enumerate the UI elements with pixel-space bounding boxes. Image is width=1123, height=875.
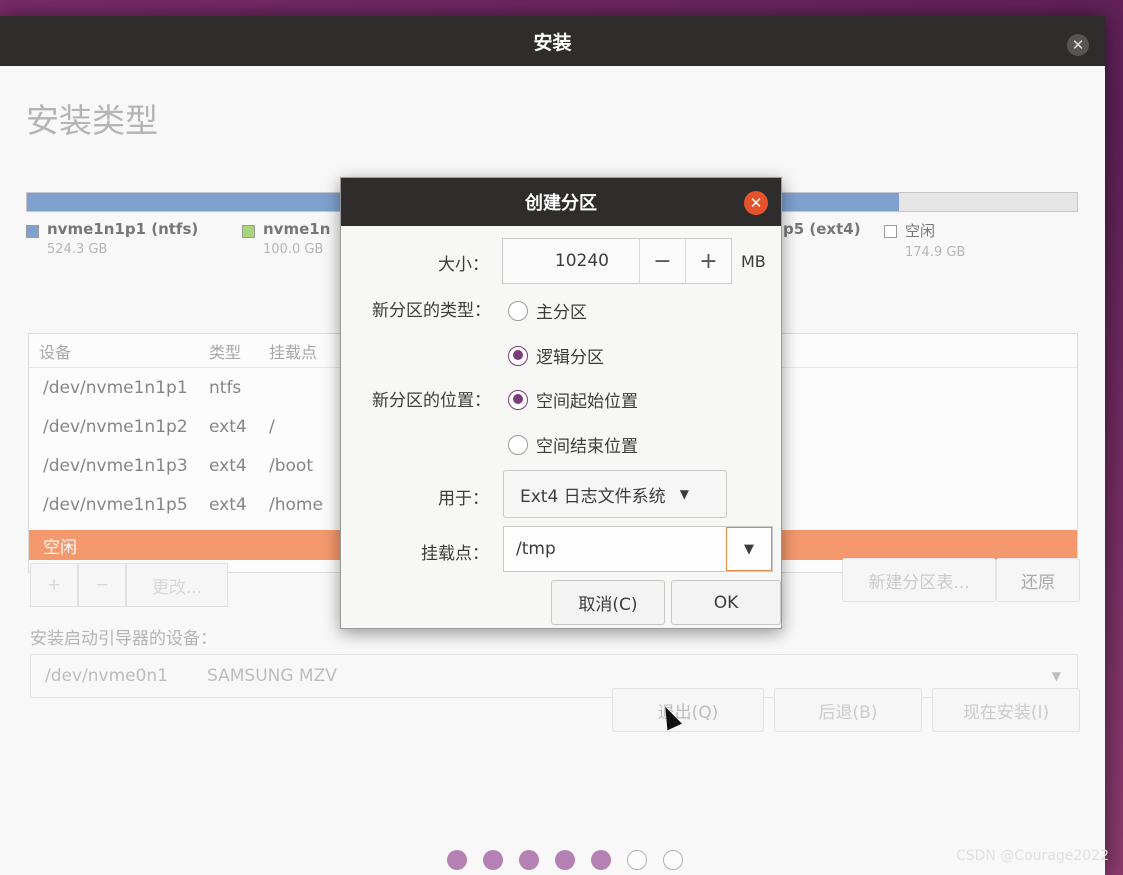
size-spinbox[interactable]: 10240 − +	[502, 238, 732, 284]
remove-partition-button[interactable]: −	[78, 563, 126, 607]
header-type[interactable]: 类型	[209, 339, 269, 363]
cancel-button[interactable]: 取消(C)	[551, 580, 665, 625]
size-value[interactable]: 10240	[503, 251, 639, 271]
legend-swatch	[26, 225, 39, 238]
disk-bar-segment	[898, 193, 1077, 211]
header-mount[interactable]: 挂载点	[269, 339, 317, 363]
radio-logical[interactable]: 逻辑分区	[508, 343, 604, 368]
radio-start-label: 空间起始位置	[536, 392, 638, 412]
radio-selected-icon	[508, 389, 528, 410]
step-dot-complete	[483, 850, 503, 870]
chevron-down-icon[interactable]: ▼	[726, 527, 772, 571]
change-partition-button[interactable]: 更改...	[126, 563, 228, 607]
use-as-label: 用于：	[438, 489, 489, 509]
legend-item: nvme1n1p1 (ntfs) 524.3 GB	[26, 220, 198, 257]
add-partition-button[interactable]: +	[30, 563, 78, 607]
close-icon[interactable]: ✕	[1067, 34, 1089, 56]
radio-icon	[508, 434, 528, 455]
location-label: 新分区的位置：	[372, 391, 491, 411]
step-dot-pending	[663, 850, 683, 870]
partition-toolbar: + − 更改...	[30, 563, 228, 607]
header-device[interactable]: 设备	[29, 339, 209, 363]
legend-swatch	[884, 225, 897, 238]
legend-name: nvme1n	[263, 220, 331, 238]
boot-device-path: /dev/nvme0n1	[45, 666, 169, 686]
step-dot-pending	[627, 850, 647, 870]
revert-button[interactable]: 还原	[996, 558, 1080, 602]
dialog-title: 创建分区	[525, 193, 597, 214]
legend-item: nvme1n 100.0 GB	[242, 220, 330, 257]
boot-device-label: 安装启动引导器的设备：	[30, 629, 217, 649]
legend-name: nvme1n1p1 (ntfs)	[47, 220, 199, 238]
filesystem-select[interactable]: Ext4 日志文件系统 ▼	[503, 470, 727, 518]
legend-name: p5 (ext4)	[783, 220, 861, 238]
radio-icon	[508, 300, 528, 321]
mount-point-label: 挂载点：	[421, 544, 489, 564]
cell-type: ext4	[209, 494, 247, 515]
quit-button[interactable]: 退出(Q)	[612, 688, 764, 732]
chevron-down-icon: ▼	[679, 487, 689, 501]
cell-mount: /boot	[269, 455, 313, 476]
create-partition-dialog: 创建分区 ✕ 大小： 10240 − + MB 新分区的类型： 主分区 逻辑分区…	[340, 177, 782, 629]
step-dot-complete	[447, 850, 467, 870]
page-title: 安装类型	[26, 101, 158, 140]
legend-size: 100.0 GB	[263, 242, 324, 257]
cell-type: ntfs	[209, 377, 242, 398]
step-dot-complete	[519, 850, 539, 870]
cell-mount: /home	[269, 494, 323, 515]
legend-size: 524.3 GB	[47, 242, 108, 257]
back-button[interactable]: 后退(B)	[774, 688, 922, 732]
partition-type-label: 新分区的类型：	[372, 301, 491, 321]
cell-device: /dev/nvme1n1p2	[43, 416, 188, 437]
step-indicator	[447, 850, 683, 870]
plus-icon[interactable]: +	[685, 239, 731, 283]
legend-item: p5 (ext4)	[783, 220, 861, 238]
cell-type: ext4	[209, 455, 247, 476]
size-label: 大小：	[438, 255, 489, 275]
cell-mount: /	[269, 416, 275, 437]
chevron-down-icon: ▼	[1051, 669, 1061, 683]
radio-location-end[interactable]: 空间结束位置	[508, 432, 638, 457]
radio-location-start[interactable]: 空间起始位置	[508, 387, 638, 412]
mount-point-combo[interactable]: /tmp ▼	[503, 526, 773, 572]
radio-logical-label: 逻辑分区	[536, 348, 604, 368]
radio-primary-label: 主分区	[536, 303, 587, 323]
window-titlebar: 安装 ✕	[0, 16, 1105, 66]
radio-selected-icon	[508, 345, 528, 366]
cell-device: 空闲	[43, 537, 77, 558]
watermark: CSDN @Courage2022	[955, 848, 1109, 864]
cell-type: ext4	[209, 416, 247, 437]
step-dot-complete	[591, 850, 611, 870]
filesystem-value: Ext4 日志文件系统	[520, 486, 666, 507]
close-icon[interactable]: ✕	[744, 191, 768, 215]
legend-item: 空闲 174.9 GB	[884, 220, 965, 260]
install-now-button[interactable]: 现在安装(I)	[932, 688, 1080, 732]
size-unit: MB	[741, 252, 766, 271]
cell-device: /dev/nvme1n1p5	[43, 494, 188, 515]
window-title: 安装	[533, 31, 572, 54]
legend-swatch	[242, 225, 255, 238]
cell-device: /dev/nvme1n1p1	[43, 377, 188, 398]
new-partition-table-button[interactable]: 新建分区表...	[842, 558, 996, 602]
mount-point-input[interactable]: /tmp	[504, 539, 726, 559]
step-dot-complete	[555, 850, 575, 870]
legend-size: 174.9 GB	[905, 245, 966, 260]
ok-button[interactable]: OK	[671, 580, 781, 625]
radio-primary[interactable]: 主分区	[508, 298, 587, 323]
minus-icon[interactable]: −	[639, 239, 685, 283]
legend-name: 空闲	[905, 222, 936, 240]
boot-device-model: SAMSUNG MZV	[207, 666, 337, 686]
cell-device: /dev/nvme1n1p3	[43, 455, 188, 476]
radio-end-label: 空间结束位置	[536, 437, 638, 457]
dialog-titlebar: 创建分区 ✕	[341, 178, 781, 226]
